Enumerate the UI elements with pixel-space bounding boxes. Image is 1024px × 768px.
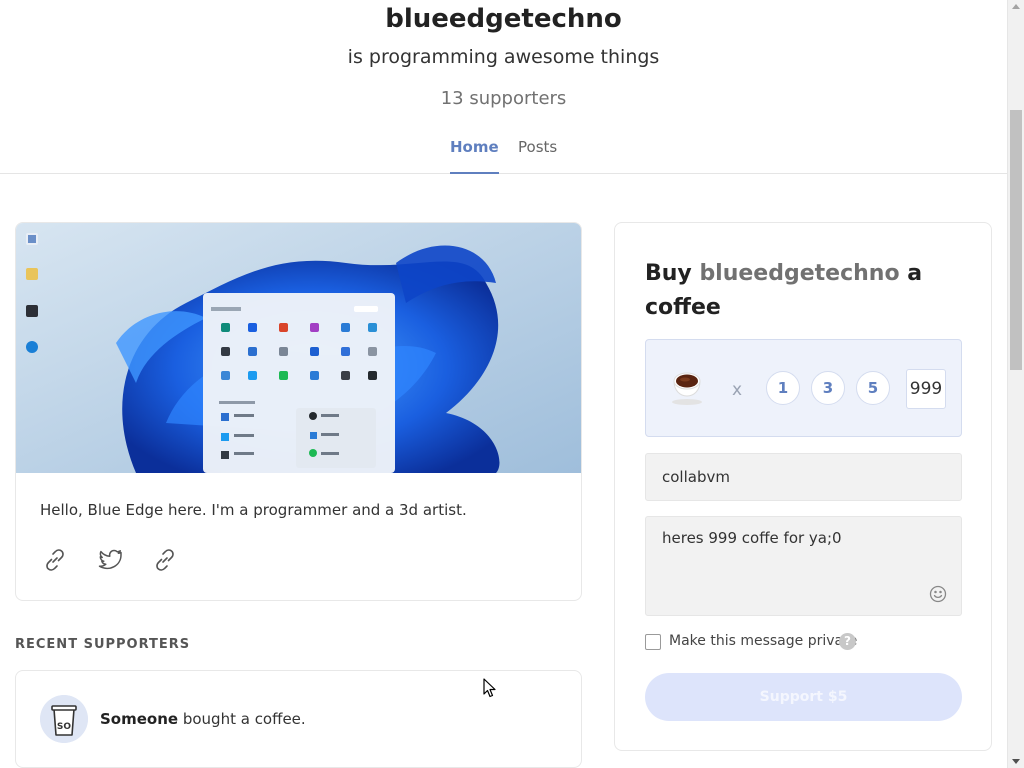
quantity-5-button[interactable]: 5 [856, 371, 890, 405]
recent-supporters-title: RECENT SUPPORTERS [15, 637, 191, 652]
vertical-scrollbar[interactable] [1007, 0, 1024, 768]
support-button[interactable]: Support $5 [645, 673, 962, 721]
cover-image [16, 223, 581, 473]
times-sign: x [732, 380, 743, 400]
buy-title-prefix: Buy [645, 261, 700, 286]
creator-name: blueedgetechno [385, 4, 622, 34]
buy-title-creator: blueedgetechno [699, 261, 900, 286]
twitter-icon[interactable] [98, 547, 124, 573]
message-input[interactable]: heres 999 coffe for ya;0 [645, 516, 962, 616]
private-checkbox[interactable] [645, 634, 661, 650]
emoji-icon[interactable] [929, 585, 947, 603]
profile-tabs: Home Posts [0, 136, 1007, 174]
buy-title: Buy blueedgetechno a coffee [645, 257, 965, 325]
buy-coffee-card: Buy blueedgetechno a coffee x 1 3 5 here… [614, 222, 992, 751]
name-input[interactable] [645, 453, 962, 501]
tab-posts[interactable]: Posts [518, 136, 557, 174]
supporters-count: 13 supporters [440, 88, 567, 109]
avatar: SO [40, 695, 88, 743]
profile-header: blueedgetechno is programming awesome th… [0, 0, 1007, 174]
quantity-3-button[interactable]: 3 [811, 371, 845, 405]
supporter-action: bought a coffee. [178, 710, 306, 728]
mouse-cursor-icon [483, 678, 497, 698]
scroll-thumb[interactable] [1010, 110, 1022, 370]
quantity-selector: x 1 3 5 [645, 339, 962, 437]
avatar-initials: SO [57, 722, 71, 732]
link-icon[interactable] [42, 547, 68, 573]
supporter-name: Someone [100, 710, 179, 728]
supporter-text: Someone bought a coffee. [100, 710, 306, 728]
private-label: Make this message private [669, 633, 858, 649]
link-icon[interactable] [152, 547, 178, 573]
creator-tagline: is programming awesome things [347, 46, 660, 68]
about-card: Hello, Blue Edge here. I'm a programmer … [15, 222, 582, 601]
help-icon[interactable]: ? [839, 633, 856, 650]
scroll-down-icon[interactable] [1012, 759, 1020, 764]
custom-quantity-input[interactable] [906, 369, 946, 409]
tab-home[interactable]: Home [450, 136, 499, 174]
scroll-up-icon[interactable] [1012, 4, 1020, 9]
quantity-1-button[interactable]: 1 [766, 371, 800, 405]
coffee-cup-icon [668, 369, 706, 407]
about-text: Hello, Blue Edge here. I'm a programmer … [40, 501, 467, 519]
